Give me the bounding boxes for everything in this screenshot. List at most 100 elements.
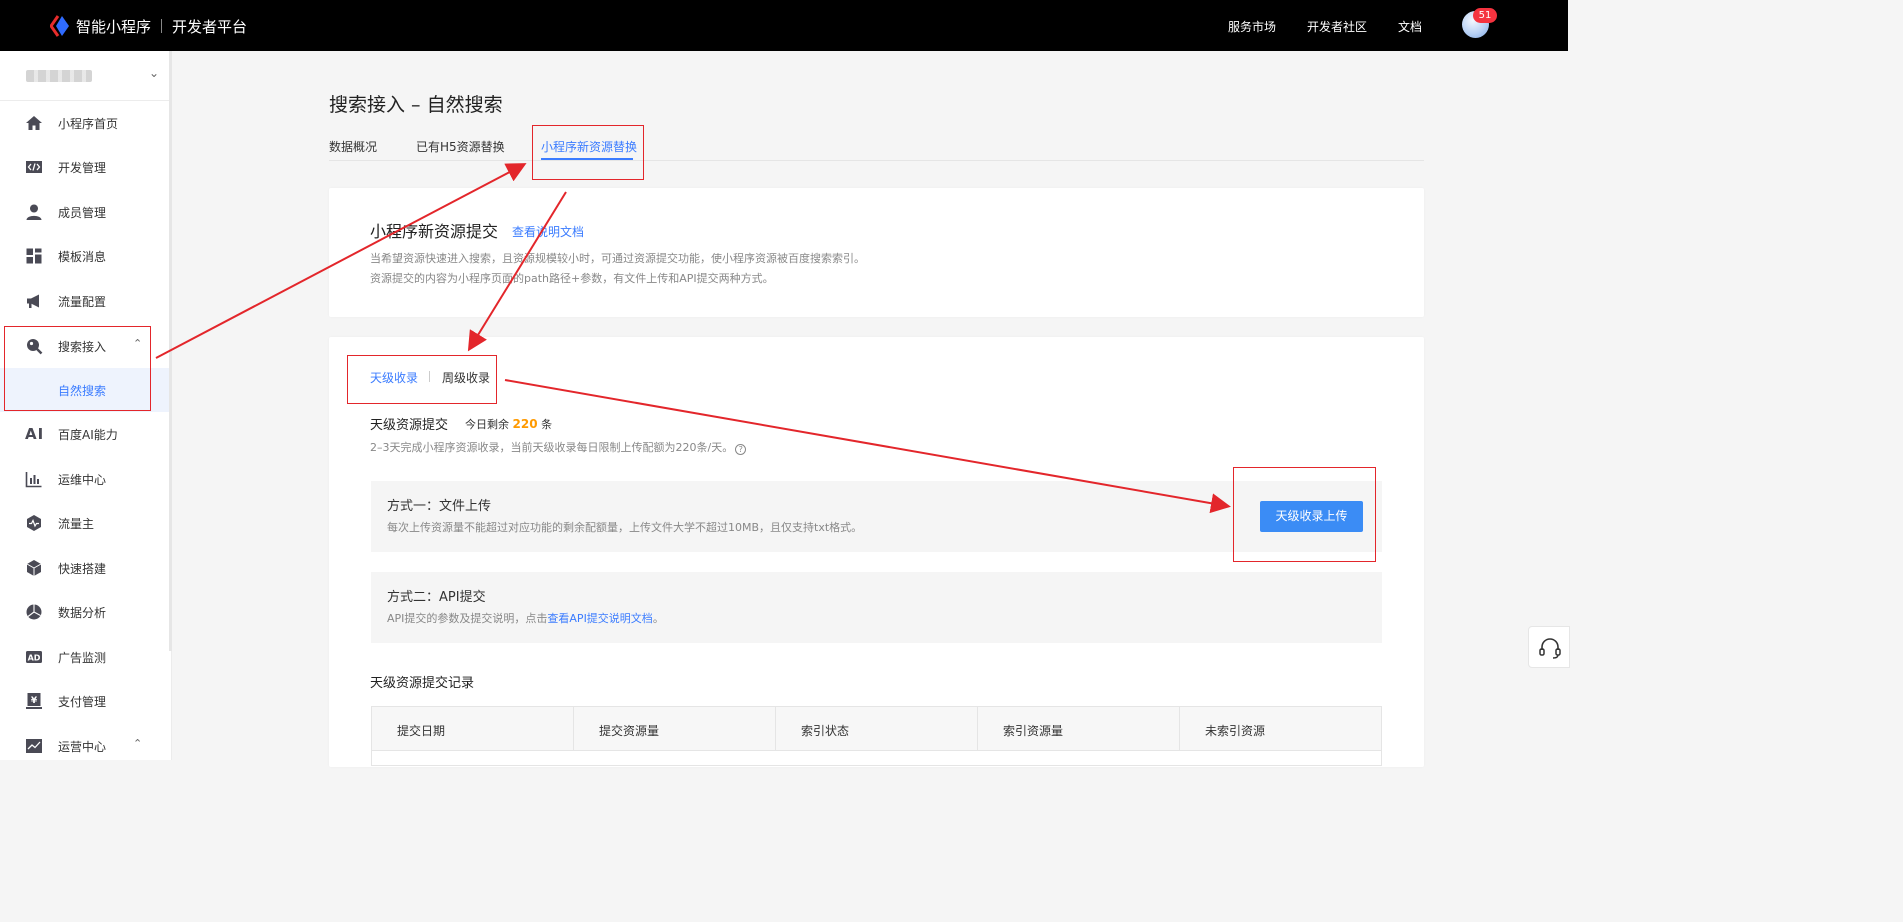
sidebar-item-label: 流量主: [58, 517, 95, 531]
bar-chart-icon: [25, 470, 43, 488]
svg-text:AD: AD: [28, 654, 41, 663]
quota-note: 2–3天完成小程序资源收录，当前天级收录每日限制上传配额为220条/天。?: [370, 439, 747, 455]
records-table: 提交日期 提交资源量 索引状态 索引资源量 未索引资源: [371, 706, 1382, 766]
column-header: 提交资源量: [599, 724, 660, 738]
intro-desc-2: 资源提交的内容为小程序页面的path路径+参数，有文件上传和API提交两种方式。: [370, 272, 774, 285]
sidebar-item-ad-monitor[interactable]: AD 广告监测: [0, 635, 170, 679]
sidebar-item-label: 广告监测: [58, 651, 107, 665]
sidebar-item-label: 模板消息: [58, 250, 107, 264]
quota-prefix: 今日剩余: [465, 418, 509, 431]
brand-logo-icon: [49, 15, 70, 37]
sidebar-item-label: 快速搭建: [58, 562, 107, 576]
brand[interactable]: 智能小程序 开发者平台: [49, 13, 248, 39]
sidebar-item-baidu-ai[interactable]: AI 百度AI能力: [0, 412, 170, 456]
sidebar-item-label: 流量配置: [58, 295, 107, 309]
ad-icon: AD: [25, 648, 43, 666]
tab-h5-replacement[interactable]: 已有H5资源替换: [416, 138, 505, 155]
svg-text:¥: ¥: [31, 696, 38, 706]
records-title: 天级资源提交记录: [370, 676, 475, 691]
method2-desc-prefix: API提交的参数及提交说明，点击: [387, 612, 548, 625]
method2-title: 方式二：API提交: [387, 590, 486, 605]
col-submit-date: 提交日期: [372, 707, 574, 751]
sidebar-item-templates[interactable]: 模板消息: [0, 234, 170, 278]
api-doc-link[interactable]: 查看API提交说明文档: [547, 612, 652, 625]
sidebar-item-label: 百度AI能力: [58, 428, 118, 442]
method2-desc: API提交的参数及提交说明，点击查看API提交说明文档。: [387, 610, 664, 626]
sidebar-scrollbar[interactable]: [169, 51, 172, 651]
annotation-box-tab: [532, 125, 644, 180]
home-icon: [25, 114, 43, 132]
brand-subtitle: 开发者平台: [172, 17, 248, 36]
quota-number: 220: [512, 417, 538, 431]
nav-docs[interactable]: 文档: [1398, 18, 1422, 35]
intro-title: 小程序新资源提交: [370, 222, 499, 241]
page-title: 搜索接入 – 自然搜索: [329, 94, 503, 116]
cube-icon: [25, 559, 43, 577]
sidebar-item-payment[interactable]: ¥ 支付管理: [0, 679, 170, 723]
sidebar-item-analytics[interactable]: 数据分析: [0, 590, 170, 634]
code-icon: [25, 158, 43, 176]
user-icon: [25, 203, 43, 221]
app-selector[interactable]: ⌄: [0, 51, 172, 101]
sidebar-item-members[interactable]: 成员管理: [0, 190, 170, 234]
quota-title: 天级资源提交: [370, 418, 449, 433]
sidebar-item-label: 支付管理: [58, 695, 107, 709]
sidebar-item-label: 小程序首页: [58, 117, 119, 131]
doc-link[interactable]: 查看说明文档: [512, 223, 584, 240]
col-submit-count: 提交资源量: [574, 707, 776, 751]
line-chart-icon: [25, 737, 43, 755]
method1-title: 方式一：文件上传: [387, 499, 492, 514]
sidebar-item-label: 开发管理: [58, 161, 107, 175]
col-index-status: 索引状态: [776, 707, 978, 751]
column-header: 索引状态: [801, 724, 850, 738]
megaphone-icon: [25, 292, 43, 310]
annotation-box-sidebar: [4, 326, 151, 411]
quota-suffix: 条: [541, 418, 553, 431]
nav-developer-community[interactable]: 开发者社区: [1307, 18, 1367, 35]
nav-service-market[interactable]: 服务市场: [1228, 18, 1276, 35]
tab-bar: 数据概况 已有H5资源替换 小程序新资源替换: [329, 138, 1424, 161]
sidebar-item-home[interactable]: 小程序首页: [0, 101, 170, 145]
table-header-row: 提交日期 提交资源量 索引状态 索引资源量 未索引资源: [372, 707, 1381, 751]
sidebar-item-traffic-owner[interactable]: 流量主: [0, 501, 170, 545]
col-indexed-count: 索引资源量: [978, 707, 1180, 751]
column-header: 索引资源量: [1003, 724, 1064, 738]
method1-box: 方式一：文件上传 每次上传资源量不能超过对应功能的剩余配额量，上传文件大学不超过…: [371, 481, 1382, 552]
sidebar-item-quick-build[interactable]: 快速搭建: [0, 546, 170, 590]
chevron-down-icon: ⌄: [149, 66, 160, 80]
intro-desc-1: 当希望资源快速进入搜索，且资源规模较小时，可通过资源提交功能，使小程序资源被百度…: [370, 252, 865, 265]
column-header: 未索引资源: [1205, 724, 1266, 738]
yuan-icon: ¥: [25, 692, 43, 710]
sidebar-item-operations[interactable]: 运营中心 ⌃: [0, 724, 170, 768]
brand-name: 智能小程序: [76, 17, 152, 36]
method2-desc-suffix: 。: [652, 612, 664, 625]
method1-desc: 每次上传资源量不能超过对应功能的剩余配额量，上传文件大学不超过10MB，且仅支持…: [387, 521, 863, 534]
sidebar-item-label: 运营中心: [58, 740, 107, 754]
quota-note-text: 2–3天完成小程序资源收录，当前天级收录每日限制上传配额为220条/天。: [370, 441, 734, 454]
chevron-up-icon: ⌃: [133, 737, 143, 750]
sidebar-item-ops[interactable]: 运维中心: [0, 457, 170, 501]
sidebar-item-label: 成员管理: [58, 206, 107, 220]
sidebar-item-traffic[interactable]: 流量配置: [0, 279, 170, 323]
annotation-box-subtabs: [347, 355, 497, 404]
annotation-box-upload: [1233, 467, 1376, 562]
brand-divider: [161, 19, 163, 33]
sidebar-item-label: 数据分析: [58, 606, 107, 620]
quota-remaining: 今日剩余 220 条: [465, 416, 552, 432]
app-name-blurred: [26, 70, 92, 82]
sidebar-item-dev[interactable]: 开发管理: [0, 145, 170, 189]
customer-service-button[interactable]: [1528, 626, 1570, 668]
col-unindexed: 未索引资源: [1180, 707, 1381, 751]
column-header: 提交日期: [397, 724, 446, 738]
method2-box: 方式二：API提交 API提交的参数及提交说明，点击查看API提交说明文档。: [371, 572, 1382, 643]
notification-badge: 51: [1473, 8, 1497, 23]
template-icon: [25, 247, 43, 265]
sidebar-item-label: 运维中心: [58, 473, 107, 487]
tab-data-overview[interactable]: 数据概况: [329, 138, 377, 155]
pie-chart-icon: [25, 603, 43, 621]
help-icon[interactable]: ?: [735, 444, 747, 455]
ai-icon: AI: [25, 425, 45, 443]
pulse-icon: [25, 514, 43, 532]
headset-icon: [1539, 638, 1561, 659]
top-bar: 智能小程序 开发者平台 服务市场 开发者社区 文档 51: [0, 0, 1568, 51]
